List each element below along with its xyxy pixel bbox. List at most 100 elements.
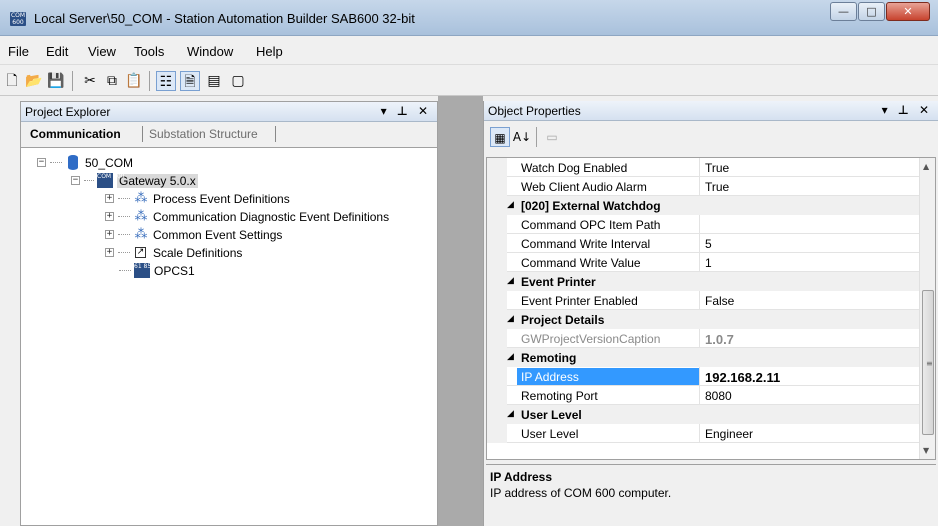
- property-category[interactable]: ◢ User Level: [487, 405, 920, 424]
- paste-icon[interactable]: 📋: [124, 71, 144, 91]
- property-name: IP Address: [517, 368, 699, 385]
- window-icon[interactable]: ▢: [228, 71, 248, 91]
- property-row[interactable]: Watch Dog Enabled True: [487, 158, 920, 177]
- properties-icon[interactable]: 🗎: [180, 71, 200, 91]
- property-value[interactable]: 1: [705, 256, 712, 270]
- property-name: Command OPC Item Path: [521, 218, 661, 232]
- minimize-button[interactable]: —: [830, 2, 857, 21]
- expand-icon[interactable]: +: [105, 212, 114, 221]
- collapse-category-icon[interactable]: ◢: [507, 409, 514, 419]
- object-properties-title: Object Properties: [488, 104, 581, 118]
- property-row[interactable]: Command Write Interval 5: [487, 234, 920, 253]
- expand-icon[interactable]: +: [105, 194, 114, 203]
- property-value[interactable]: True: [705, 161, 729, 175]
- property-category[interactable]: ◢ Project Details: [487, 310, 920, 329]
- database-icon: [68, 155, 78, 170]
- property-category[interactable]: ◢ Remoting: [487, 348, 920, 367]
- scroll-down-icon[interactable]: ▼: [923, 446, 929, 455]
- collapse-category-icon[interactable]: ◢: [507, 314, 514, 324]
- property-value[interactable]: 192.168.2.11: [705, 370, 780, 385]
- scroll-thumb[interactable]: ≡: [922, 290, 934, 435]
- property-value[interactable]: Engineer: [705, 427, 753, 441]
- output-window-icon[interactable]: ▤: [204, 71, 224, 91]
- property-row[interactable]: Command OPC Item Path: [487, 215, 920, 234]
- tree-node-root[interactable]: − 50_COM: [37, 154, 133, 171]
- object-properties-pane: Object Properties ▾ ⊥ ✕ ▦ A↓ ▭ Watch Dog…: [483, 101, 938, 526]
- property-name: Event Printer Enabled: [521, 294, 638, 308]
- open-folder-icon[interactable]: 📂: [24, 71, 44, 91]
- collapse-category-icon[interactable]: ◢: [507, 200, 514, 210]
- expand-icon[interactable]: +: [105, 230, 114, 239]
- maximize-button[interactable]: □: [858, 2, 885, 21]
- tree-label: 50_COM: [85, 155, 134, 170]
- app-icon: COM 600: [10, 12, 26, 26]
- menu-help[interactable]: Help: [256, 44, 283, 59]
- property-value[interactable]: 5: [705, 237, 712, 251]
- tree-node-gateway[interactable]: − COM 600 Gateway 5.0.x: [71, 172, 198, 189]
- pane-splitter[interactable]: [438, 96, 483, 526]
- project-explorer-title: Project Explorer: [25, 105, 111, 119]
- tree-node-process-events[interactable]: + ⁂ Process Event Definitions: [105, 190, 290, 207]
- close-button[interactable]: ✕: [886, 2, 930, 21]
- tree-label: Common Event Settings: [153, 227, 283, 242]
- tree-label: Process Event Definitions: [153, 191, 290, 206]
- scroll-up-icon[interactable]: ▲: [923, 162, 929, 171]
- tree-node-opcs1[interactable]: 61 850 OPCS1: [119, 262, 195, 279]
- grip-icon: ≡: [926, 359, 933, 368]
- alphabetical-sort-icon[interactable]: A↓: [512, 127, 532, 147]
- collapse-icon[interactable]: −: [37, 158, 46, 167]
- main-toolbar: 🗋 📂 💾 ✂ ⧉ 📋 ☷ 🗎 ▤ ▢: [0, 66, 938, 96]
- properties-toolbar: ▦ A↓ ▭: [484, 122, 938, 152]
- explorer-tabs: Communication Substation Structure: [21, 122, 437, 148]
- collapse-icon[interactable]: −: [71, 176, 80, 185]
- save-icon[interactable]: 💾: [46, 71, 66, 91]
- menu-window[interactable]: Window: [187, 44, 233, 59]
- new-file-icon[interactable]: 🗋: [2, 71, 22, 91]
- description-title: IP Address: [490, 470, 553, 484]
- tab-substation-structure[interactable]: Substation Structure: [149, 127, 258, 141]
- property-value[interactable]: 1.0.7: [705, 332, 734, 347]
- tree-label: Communication Diagnostic Event Definitio…: [153, 209, 390, 224]
- property-grid-scrollbar[interactable]: ▲ ≡ ▼: [919, 158, 935, 459]
- property-row[interactable]: GWProjectVersionCaption 1.0.7: [487, 329, 920, 348]
- property-name: GWProjectVersionCaption: [521, 332, 661, 346]
- title-bar: COM 600 Local Server\50_COM - Station Au…: [0, 0, 938, 36]
- property-pages-icon[interactable]: ▭: [542, 127, 562, 147]
- tree-label: Gateway 5.0.x: [117, 173, 198, 188]
- menu-bar: File Edit View Tools Window Help: [0, 37, 938, 65]
- project-explorer-icon[interactable]: ☷: [156, 71, 176, 91]
- copy-icon[interactable]: ⧉: [102, 71, 122, 91]
- menu-file[interactable]: File: [8, 44, 29, 59]
- category-label: [020] External Watchdog: [521, 199, 661, 213]
- categorized-icon[interactable]: ▦: [490, 127, 510, 147]
- menu-view[interactable]: View: [88, 44, 116, 59]
- property-name: Watch Dog Enabled: [521, 161, 628, 175]
- property-row[interactable]: Remoting Port 8080: [487, 386, 920, 405]
- property-row[interactable]: Event Printer Enabled False: [487, 291, 920, 310]
- collapse-category-icon[interactable]: ◢: [507, 352, 514, 362]
- window-controls: — □ ✕: [830, 2, 930, 21]
- cut-icon[interactable]: ✂: [80, 71, 100, 91]
- tab-communication[interactable]: Communication: [30, 127, 121, 141]
- property-value[interactable]: True: [705, 180, 729, 194]
- property-value[interactable]: False: [705, 294, 734, 308]
- menu-tools[interactable]: Tools: [134, 44, 164, 59]
- expand-icon[interactable]: +: [105, 248, 114, 257]
- pane-controls[interactable]: ▾ ⊥ ✕: [882, 103, 932, 117]
- property-category[interactable]: ◢ [020] External Watchdog: [487, 196, 920, 215]
- tree-node-comm-diagnostic-events[interactable]: + ⁂ Communication Diagnostic Event Defin…: [105, 208, 389, 225]
- property-row[interactable]: Web Client Audio Alarm True: [487, 177, 920, 196]
- scale-icon: ↗: [135, 247, 146, 258]
- collapse-category-icon[interactable]: ◢: [507, 276, 514, 286]
- property-row[interactable]: Command Write Value 1: [487, 253, 920, 272]
- pane-controls[interactable]: ▾ ⊥ ✕: [381, 104, 431, 118]
- property-grid: Watch Dog Enabled True Web Client Audio Al…: [486, 157, 936, 460]
- tree-label: Scale Definitions: [153, 245, 243, 260]
- tree-node-scale-definitions[interactable]: + ↗ Scale Definitions: [105, 244, 242, 261]
- property-row[interactable]: IP Address 192.168.2.11: [487, 367, 920, 386]
- property-value[interactable]: 8080: [705, 389, 732, 403]
- tree-node-common-event-settings[interactable]: + ⁂ Common Event Settings: [105, 226, 282, 243]
- property-row[interactable]: User Level Engineer: [487, 424, 920, 443]
- property-category[interactable]: ◢ Event Printer: [487, 272, 920, 291]
- menu-edit[interactable]: Edit: [46, 44, 68, 59]
